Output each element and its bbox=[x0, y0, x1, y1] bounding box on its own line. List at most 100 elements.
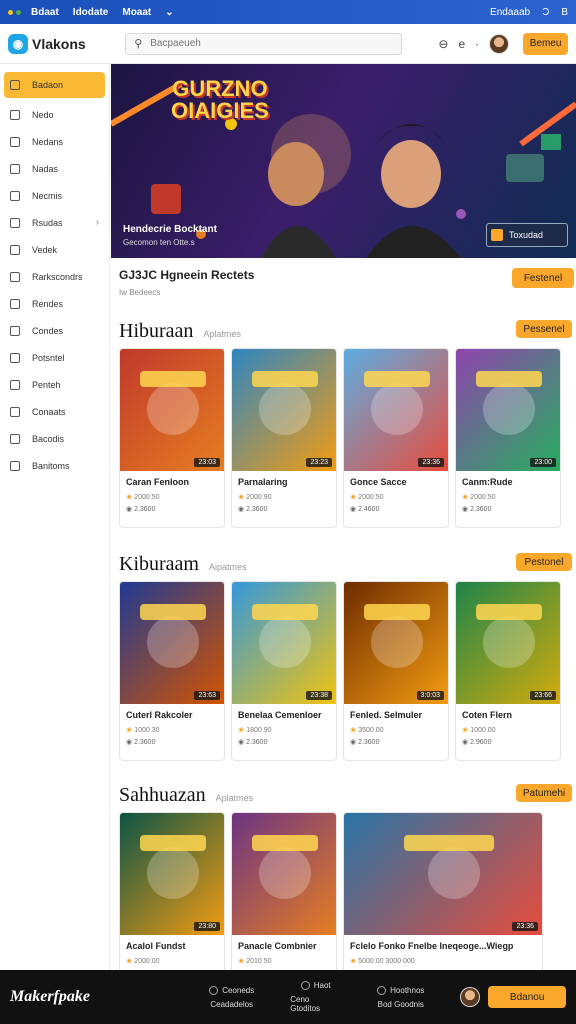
sidebar-item[interactable]: Nedans bbox=[4, 129, 105, 154]
rating: ★ 1000 30 bbox=[126, 727, 160, 734]
section-button[interactable]: Pessenel bbox=[516, 320, 572, 338]
duration-badge: 23:80 bbox=[194, 922, 220, 931]
menu-icon bbox=[10, 136, 20, 147]
duration-badge: 23:00 bbox=[530, 458, 556, 467]
game-section: Sahhuazan Aplatmes Patumehi 23:80 Acalol Fun… bbox=[119, 784, 574, 970]
rating: ★ 2000 00 bbox=[126, 958, 160, 965]
game-card[interactable]: 23:03 Caran Fenloon ★ 2000 50 ◉ 2.3600 bbox=[119, 348, 225, 528]
footer-link-1[interactable]: Ceoneds Ceadadelos bbox=[209, 985, 254, 1009]
menu-icon bbox=[10, 190, 20, 201]
views: ◉ 2.3600 bbox=[238, 739, 268, 746]
star-icon: ★ bbox=[238, 727, 245, 734]
star-icon: ★ bbox=[350, 494, 357, 501]
avatar[interactable] bbox=[489, 33, 510, 54]
game-name: Acalol Fundst bbox=[126, 941, 186, 951]
game-card[interactable]: 23:00 Canm:Rude ★ 2000 50 ◉ 2.3600 bbox=[455, 348, 561, 528]
sidebar-item[interactable]: Rarkscondrs bbox=[4, 264, 105, 289]
sidebar-item[interactable]: Potsntel bbox=[4, 345, 105, 370]
duration-badge: 23:63 bbox=[194, 691, 220, 700]
square-icon[interactable]: B bbox=[561, 7, 568, 18]
section-title: Kiburaam bbox=[119, 553, 199, 575]
top-link-3[interactable]: Moaat bbox=[122, 7, 151, 18]
sidebar-item[interactable]: Penteh bbox=[4, 372, 105, 397]
search-box[interactable]: ⚲ bbox=[125, 32, 403, 55]
menu-icon bbox=[10, 352, 20, 363]
site-logo[interactable]: ◉ Vlakons bbox=[8, 33, 115, 54]
hero-button[interactable]: Toxudad bbox=[486, 223, 568, 247]
game-card[interactable]: 23:23 Parnalaring ★ 2000 90 ◉ 2.3600 bbox=[231, 348, 337, 528]
sidebar-item-label: Nedans bbox=[32, 136, 64, 147]
sidebar-item[interactable]: Condes bbox=[4, 318, 105, 343]
featured-button[interactable]: Festenel bbox=[512, 268, 574, 288]
star-icon: ★ bbox=[126, 727, 133, 734]
game-card[interactable]: 23:63 Cuterl Rakcoler ★ 1000 30 ◉ 2.3600 bbox=[119, 581, 225, 761]
eye-icon: ◉ bbox=[350, 739, 357, 746]
window-controls[interactable] bbox=[8, 9, 21, 15]
section-button[interactable]: Patumehi bbox=[516, 784, 572, 802]
star-icon: ★ bbox=[126, 958, 133, 965]
game-card[interactable]: 23:36 Gonce Sacce ★ 2000 50 ◉ 2.4600 bbox=[343, 348, 449, 528]
sidebar-item[interactable]: Badaon bbox=[4, 72, 105, 98]
footer-link-3[interactable]: Hoothnos Bod Goodnis bbox=[377, 985, 424, 1009]
search-input[interactable] bbox=[150, 38, 391, 49]
sidebar: Badaon Nedo Nedans Nadas Necmis Rsudas › Vedek R… bbox=[0, 64, 110, 970]
game-card[interactable]: 23:36 Fclelo Fonko Fnelbe Ineqeoge...Wieg… bbox=[343, 812, 543, 970]
game-card[interactable]: 23:38 Benelaa Cemenloer ★ 1800 90 ◉ 2.3600 bbox=[231, 581, 337, 761]
dash-icon[interactable]: · bbox=[475, 37, 479, 51]
views: ◉ 2.9600 bbox=[462, 739, 492, 746]
hero-title: GURZNO OIAIGIES bbox=[171, 76, 269, 123]
footer-link-2[interactable]: Haot Ceno Gtoditos bbox=[290, 981, 341, 1013]
footer-avatar[interactable] bbox=[460, 987, 481, 1007]
refresh-icon[interactable]: Ɔ bbox=[542, 7, 549, 18]
sidebar-item[interactable]: Vedek bbox=[4, 237, 105, 262]
header-icon-text[interactable]: e bbox=[458, 37, 465, 51]
game-card[interactable]: Panacle Combnier ★ 2010 50 bbox=[231, 812, 337, 970]
sidebar-item-label: Potsntel bbox=[32, 352, 65, 363]
menu-icon bbox=[10, 406, 20, 417]
footer-logo[interactable]: Makerfpake bbox=[10, 988, 209, 1006]
game-thumbnail bbox=[232, 813, 336, 935]
hero-banner[interactable]: GURZNO OIAIGIES Hendecrie Bocktant Gecomo… bbox=[111, 64, 576, 258]
top-link-1[interactable]: Bdaat bbox=[31, 7, 59, 18]
rating: ★ 2000 50 bbox=[350, 494, 384, 501]
circle-icon bbox=[300, 981, 310, 990]
game-thumbnail: 23:03 bbox=[120, 349, 224, 471]
header-cta-button[interactable]: Bemeu bbox=[523, 32, 568, 55]
circle-icon bbox=[209, 985, 219, 995]
section-button[interactable]: Pestonel bbox=[516, 553, 572, 571]
game-card[interactable]: 23:66 Coten Flern ★ 1000 00 ◉ 2.9600 bbox=[455, 581, 561, 761]
sidebar-item-label: Condes bbox=[32, 325, 64, 336]
sidebar-item-label: Nedo bbox=[32, 109, 54, 120]
footer-cta-button[interactable]: Bdanou bbox=[488, 986, 567, 1008]
footer: Makerfpake Ceoneds Ceadadelos Haot Ceno Gt… bbox=[0, 970, 576, 1024]
sidebar-item[interactable]: Necmis bbox=[4, 183, 105, 208]
top-link-2[interactable]: Idodate bbox=[73, 7, 109, 18]
sidebar-item[interactable]: Nedo bbox=[4, 102, 105, 127]
chevron-down-icon[interactable]: ⌄ bbox=[165, 7, 173, 18]
sidebar-item-label: Bacodis bbox=[32, 433, 65, 444]
game-name: Coten Flern bbox=[462, 710, 513, 720]
sidebar-item[interactable]: Nadas bbox=[4, 156, 105, 181]
sidebar-item[interactable]: Conaats bbox=[4, 399, 105, 424]
sidebar-item[interactable]: Banitoms bbox=[4, 453, 105, 478]
game-card[interactable]: 3:0:03 Fenled. Selmuler ★ 3500 00 ◉ 2.3600 bbox=[343, 581, 449, 761]
top-right-link[interactable]: Endaaab bbox=[490, 7, 530, 18]
sidebar-item[interactable]: Rendes bbox=[4, 291, 105, 316]
game-name: Cuterl Rakcoler bbox=[126, 710, 193, 720]
duration-badge: 23:38 bbox=[306, 691, 332, 700]
views: ◉ 2.3600 bbox=[350, 739, 380, 746]
game-name: Panacle Combnier bbox=[238, 941, 317, 951]
section-title: Sahhuazan bbox=[119, 784, 206, 806]
sidebar-item-label: Banitoms bbox=[32, 460, 70, 471]
duration-badge: 23:03 bbox=[194, 458, 220, 467]
game-name: Parnalaring bbox=[238, 477, 288, 487]
sidebar-item[interactable]: Rsudas › bbox=[4, 210, 105, 235]
sidebar-item[interactable]: Bacodis bbox=[4, 426, 105, 451]
rating: ★ 2010 50 bbox=[238, 958, 272, 965]
notification-icon[interactable]: ⊖ bbox=[438, 37, 448, 51]
game-card[interactable]: 23:80 Acalol Fundst ★ 2000 00 bbox=[119, 812, 225, 970]
game-thumbnail: 23:36 bbox=[344, 349, 448, 471]
duration-badge: 3:0:03 bbox=[416, 691, 444, 700]
section-title: Hiburaan bbox=[119, 320, 194, 342]
star-icon: ★ bbox=[462, 494, 469, 501]
